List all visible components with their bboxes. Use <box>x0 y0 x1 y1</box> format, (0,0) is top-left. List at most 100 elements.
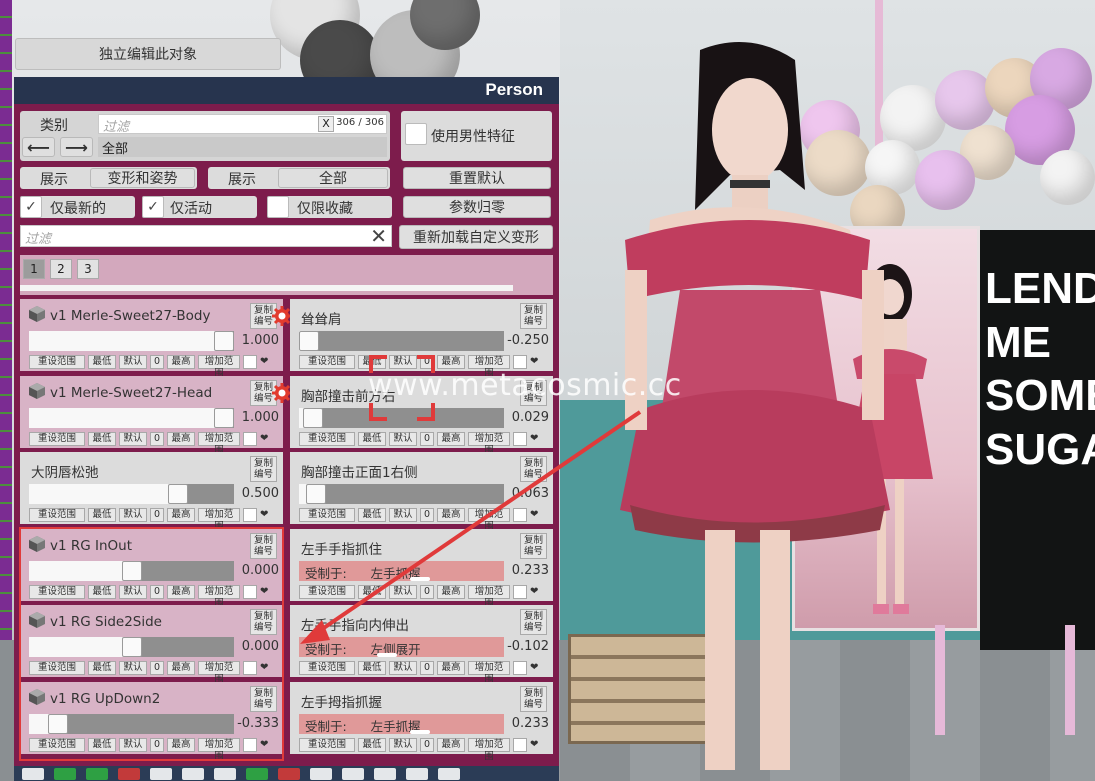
toolbar-icon[interactable] <box>118 767 140 780</box>
add-range-button[interactable]: 增加范围 <box>198 508 240 532</box>
min-button[interactable]: 最低 <box>88 355 116 369</box>
morph-slider[interactable] <box>299 331 504 351</box>
add-range-button[interactable]: 增加范围 <box>468 508 510 532</box>
max-button[interactable]: 最高 <box>437 661 465 675</box>
add-range-button[interactable]: 增加范围 <box>468 661 510 685</box>
slider-knob[interactable] <box>377 653 397 657</box>
zero-button[interactable]: 0 <box>420 431 434 446</box>
add-range-button[interactable]: 增加范围 <box>468 737 510 762</box>
default-button[interactable]: 默认 <box>389 737 417 752</box>
page-button-1[interactable]: 1 <box>23 259 45 279</box>
close-icon[interactable]: ✕ <box>370 224 387 248</box>
copy-id-button[interactable]: 复制 编号 <box>520 532 547 559</box>
min-button[interactable]: 最低 <box>358 508 386 522</box>
zero-button[interactable]: 0 <box>150 355 164 369</box>
min-button[interactable]: 最低 <box>358 431 386 446</box>
default-button[interactable]: 默认 <box>389 508 417 522</box>
default-button[interactable]: 默认 <box>389 431 417 446</box>
add-range-button[interactable]: 增加范围 <box>468 431 510 456</box>
reset-range-button[interactable]: 重设范围 <box>299 737 355 752</box>
morph-slider-locked[interactable]: 受制于: 左手抓握 <box>299 713 504 734</box>
toolbar-icon[interactable] <box>214 767 236 780</box>
next-category-button[interactable]: ⟶ <box>60 137 93 157</box>
slider-knob[interactable] <box>306 484 326 504</box>
max-button[interactable]: 最高 <box>437 355 465 369</box>
min-button[interactable]: 最低 <box>358 737 386 752</box>
morph-search-input[interactable]: 过滤 ✕ <box>20 224 392 248</box>
favorite-checkbox[interactable] <box>243 508 257 522</box>
gear-icon[interactable] <box>272 382 292 403</box>
toolbar-icon[interactable] <box>86 767 108 780</box>
favorite-checkbox[interactable] <box>513 355 527 369</box>
favorite-checkbox[interactable] <box>243 355 257 369</box>
zero-button[interactable]: 0 <box>420 661 434 675</box>
only-active-checkbox[interactable]: ✓ <box>142 196 164 218</box>
reset-range-button[interactable]: 重设范围 <box>299 355 355 369</box>
default-button[interactable]: 默认 <box>119 431 147 446</box>
favorite-checkbox[interactable] <box>513 508 527 522</box>
toolbar-icon[interactable] <box>150 767 172 780</box>
min-button[interactable]: 最低 <box>358 661 386 675</box>
page-button-3[interactable]: 3 <box>77 259 99 279</box>
copy-id-button[interactable]: 复制 编号 <box>520 685 547 712</box>
zero-button[interactable]: 0 <box>420 508 434 522</box>
only-favorites-checkbox[interactable] <box>267 196 289 218</box>
slider-knob[interactable] <box>410 729 430 734</box>
toolbar-icon[interactable] <box>374 767 396 780</box>
reset-range-button[interactable]: 重设范围 <box>299 584 355 599</box>
toolbar-icon[interactable] <box>406 767 428 780</box>
reset-range-button[interactable]: 重设范围 <box>299 431 355 446</box>
morph-slider-locked[interactable]: 受制于: 左手抓握 <box>299 560 504 581</box>
default-button[interactable]: 默认 <box>119 355 147 369</box>
add-range-button[interactable]: 增加范围 <box>198 431 240 456</box>
favorite-checkbox[interactable] <box>513 737 527 752</box>
max-button[interactable]: 最高 <box>167 431 195 446</box>
morph-slider[interactable] <box>29 331 234 351</box>
copy-id-button[interactable]: 复制 编号 <box>520 609 547 635</box>
show-type-select[interactable]: 变形和姿势 <box>90 168 195 188</box>
reset-range-button[interactable]: 重设范围 <box>299 508 355 522</box>
toolbar-icon[interactable] <box>278 767 300 780</box>
max-button[interactable]: 最高 <box>167 508 195 522</box>
reset-range-button[interactable]: 重设范围 <box>29 508 85 522</box>
toolbar-icon[interactable] <box>182 767 204 780</box>
only-latest-checkbox[interactable]: ✓ <box>20 196 42 218</box>
min-button[interactable]: 最低 <box>88 508 116 522</box>
slider-knob[interactable] <box>303 407 323 428</box>
copy-id-button[interactable]: 复制 编号 <box>250 456 277 482</box>
morph-slider-locked[interactable]: 受制于: 左侧展开 <box>299 637 504 657</box>
category-filter-input[interactable]: 过滤 X 306 / 306 <box>98 114 387 135</box>
reset-defaults-button[interactable]: 重置默认 <box>403 167 551 189</box>
zero-button[interactable]: 0 <box>150 508 164 522</box>
default-button[interactable]: 默认 <box>119 508 147 522</box>
prev-category-button[interactable]: ⟵ <box>22 137 55 157</box>
min-button[interactable]: 最低 <box>88 431 116 446</box>
gear-icon[interactable] <box>272 306 292 326</box>
max-button[interactable]: 最高 <box>437 508 465 522</box>
reset-range-button[interactable]: 重设范围 <box>29 431 85 446</box>
zero-button[interactable]: 0 <box>420 584 434 599</box>
slider-knob[interactable] <box>214 407 234 428</box>
toolbar-icon[interactable] <box>54 767 76 780</box>
max-button[interactable]: 最高 <box>437 431 465 446</box>
max-button[interactable]: 最高 <box>167 355 195 369</box>
show-scope-select[interactable]: 全部 <box>278 168 388 188</box>
reset-range-button[interactable]: 重设范围 <box>299 661 355 675</box>
slider-knob[interactable] <box>168 484 188 504</box>
slider-knob[interactable] <box>214 331 234 351</box>
copy-id-button[interactable]: 复制 编号 <box>520 456 547 482</box>
min-button[interactable]: 最低 <box>358 584 386 599</box>
male-features-checkbox[interactable] <box>405 123 427 145</box>
edit-object-separately-button[interactable]: 独立编辑此对象 <box>15 38 281 70</box>
default-button[interactable]: 默认 <box>389 584 417 599</box>
copy-id-button[interactable]: 复制 编号 <box>520 303 547 329</box>
reload-custom-morphs-button[interactable]: 重新加载自定义变形 <box>399 225 553 249</box>
add-range-button[interactable]: 增加范围 <box>468 584 510 609</box>
page-scroll-bar[interactable] <box>20 285 513 291</box>
favorite-checkbox[interactable] <box>243 431 257 446</box>
clear-filter-button[interactable]: X <box>318 116 334 132</box>
toolbar-icon[interactable] <box>342 767 364 780</box>
slider-knob[interactable] <box>410 576 430 581</box>
slider-knob[interactable] <box>299 331 319 351</box>
favorite-checkbox[interactable] <box>513 661 527 675</box>
